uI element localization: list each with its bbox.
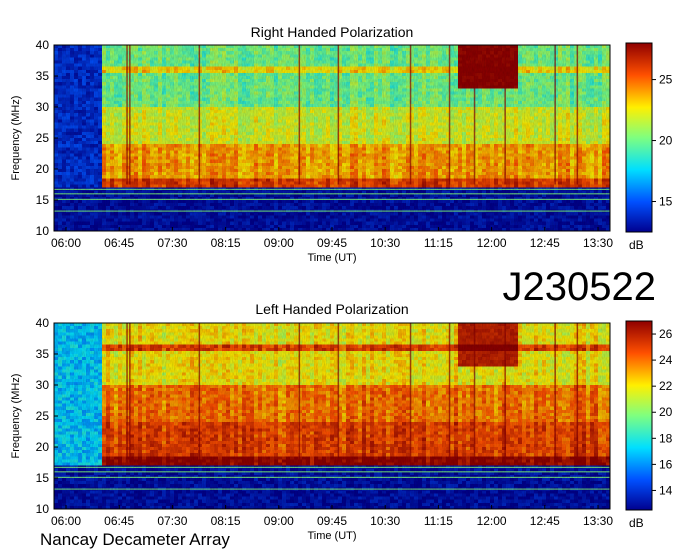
x-tick-label: 06:00 — [51, 514, 81, 528]
y-tick-label: 10 — [36, 502, 50, 516]
left-panel-title: Left Handed Polarization — [255, 301, 408, 317]
left-colorbar — [625, 320, 653, 511]
x-tick-label: 10:30 — [370, 514, 400, 528]
footer-instrument-name: Nancay Decameter Array — [40, 530, 230, 549]
y-tick-label: 30 — [36, 378, 50, 392]
x-tick-label: 07:30 — [157, 236, 187, 250]
y-tick-label: 35 — [36, 69, 50, 83]
colorbar-tick-label: 24 — [659, 353, 673, 367]
x-tick-label: 06:45 — [104, 236, 134, 250]
x-tick-label: 09:45 — [317, 514, 347, 528]
left-polarization-panel: Left Handed Polarization 10152025303540 … — [10, 301, 673, 542]
colorbar-tick-label: 22 — [659, 379, 673, 393]
x-tick-label: 06:00 — [51, 236, 81, 250]
left-colorbar-ticks: 14 16 18 20 22 24 26 — [652, 327, 673, 497]
y-tick-label: 20 — [36, 162, 50, 176]
y-tick-label: 40 — [36, 316, 50, 330]
right-colorbar — [625, 42, 653, 233]
y-tick-label: 25 — [36, 409, 50, 423]
spectrogram-figure: Right Handed Polarization 10 15 20 25 30 35 40… — [10, 24, 673, 549]
x-tick-label: 08:15 — [211, 514, 241, 528]
colorbar-tick-label: 20 — [659, 134, 673, 148]
y-tick-label: 40 — [36, 38, 50, 52]
x-tick-label: 10:30 — [370, 236, 400, 250]
x-tick-label: 12:00 — [477, 514, 507, 528]
x-tick-label: 09:00 — [264, 514, 294, 528]
right-panel-title: Right Handed Polarization — [251, 24, 414, 40]
colorbar-tick-label: 18 — [659, 431, 673, 445]
y-tick-label: 20 — [36, 440, 50, 454]
x-tick-label: 08:15 — [211, 236, 241, 250]
x-tick-label: 06:45 — [104, 514, 134, 528]
colorbar-tick-label: 16 — [659, 457, 673, 471]
left-colorbar-unit: dB — [629, 516, 644, 530]
y-tick-label: 10 — [36, 224, 50, 238]
left-x-axis-label: Time (UT) — [307, 530, 356, 542]
right-spectrogram-heatmap — [54, 45, 611, 232]
x-tick-label: 11:15 — [424, 514, 453, 528]
x-tick-label: 07:30 — [157, 514, 187, 528]
left-y-axis-label: Frequency (MHz) — [10, 374, 22, 459]
colorbar-tick-label: 25 — [659, 73, 673, 87]
colorbar-tick-label: 20 — [659, 405, 673, 419]
x-tick-label: 11:15 — [424, 236, 453, 250]
y-tick-label: 25 — [36, 131, 50, 145]
colorbar-tick-label: 14 — [659, 483, 673, 497]
right-colorbar-unit: dB — [629, 238, 644, 252]
x-tick-label: 12:45 — [530, 514, 560, 528]
x-tick-label: 09:00 — [264, 236, 294, 250]
y-tick-label: 15 — [36, 193, 50, 207]
x-tick-label: 09:45 — [317, 236, 347, 250]
y-tick-label: 30 — [36, 100, 50, 114]
x-tick-label: 13:30 — [583, 514, 613, 528]
colorbar-tick-label: 26 — [659, 327, 673, 341]
colorbar-tick-label: 15 — [659, 195, 673, 209]
right-y-axis-label: Frequency (MHz) — [10, 96, 22, 181]
right-colorbar-ticks: 15 20 25 — [652, 73, 673, 209]
y-tick-label: 35 — [36, 347, 50, 361]
right-x-axis-label: Time (UT) — [307, 252, 356, 264]
observation-id: J230522 — [503, 265, 656, 309]
right-polarization-panel: Right Handed Polarization 10 15 20 25 30 35 40… — [10, 24, 673, 264]
left-spectrogram-heatmap — [54, 323, 611, 510]
x-tick-label: 13:30 — [583, 236, 613, 250]
x-tick-label: 12:45 — [530, 236, 560, 250]
y-tick-label: 15 — [36, 471, 50, 485]
x-tick-label: 12:00 — [477, 236, 507, 250]
